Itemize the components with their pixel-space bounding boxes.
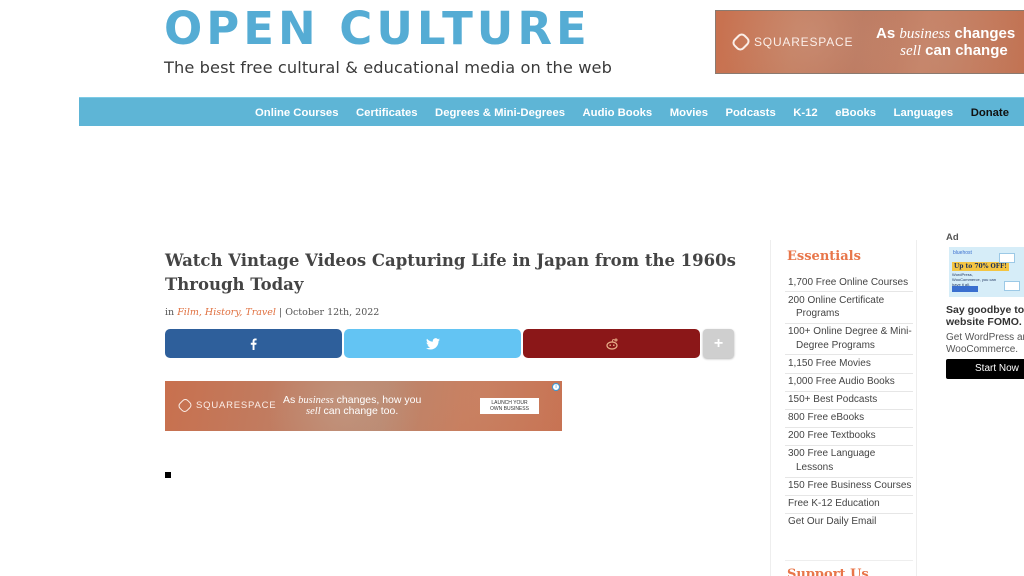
ad-headline-italic: sell bbox=[900, 42, 922, 59]
reddit-icon bbox=[605, 338, 618, 350]
ad-brand-name: SQUARESPACE bbox=[754, 35, 854, 49]
ad-headline: As business changes, how you sell can ch… bbox=[283, 394, 421, 418]
ad-headline: Say goodbye to website FOMO. bbox=[946, 304, 1024, 328]
nav-item-languages[interactable]: Languages bbox=[894, 107, 954, 119]
nav-item-podcasts[interactable]: Podcasts bbox=[726, 107, 776, 119]
site-logo[interactable]: OPEN CULTURE The best free cultural & ed… bbox=[164, 6, 612, 78]
share-more-button[interactable]: + bbox=[703, 329, 734, 358]
category-link-history[interactable]: History bbox=[205, 307, 239, 318]
twitter-icon bbox=[425, 337, 440, 350]
ad-headline-text: As bbox=[876, 25, 900, 42]
ad-cta-button[interactable]: LAUNCH YOUR OWN BUSINESS bbox=[480, 398, 539, 414]
nav-item-k12[interactable]: K-12 bbox=[793, 107, 818, 119]
ad-body: Get WordPress and WooCommerce. bbox=[946, 332, 1024, 356]
main-nav: Online Courses Certificates Degrees & Mi… bbox=[79, 97, 1024, 126]
article-meta: in Film, History, Travel | October 12th,… bbox=[165, 307, 379, 318]
ad-headline-text: As bbox=[283, 394, 299, 406]
ad-body-line: WooCommerce. bbox=[946, 344, 1019, 355]
site-title[interactable]: OPEN CULTURE bbox=[164, 6, 612, 52]
sidebar-divider bbox=[785, 560, 913, 561]
top-banner-ad[interactable]: SQUARESPACE As business changes sell can… bbox=[715, 10, 1024, 74]
nav-item-ebooks[interactable]: eBooks bbox=[835, 107, 876, 119]
bluehost-logo: bluehost bbox=[953, 250, 972, 256]
ad-cta-line: OWN BUSINESS bbox=[490, 406, 529, 412]
ad-discount-badge: Up to 70% OFF! bbox=[952, 262, 1009, 271]
share-twitter-button[interactable] bbox=[344, 329, 521, 358]
category-link-film[interactable]: Film bbox=[177, 307, 199, 318]
browser-card-icon bbox=[999, 253, 1015, 263]
share-facebook-button[interactable] bbox=[165, 329, 342, 358]
sidebar-item[interactable]: 800 Free eBooks bbox=[785, 410, 913, 428]
nav-item-certificates[interactable]: Certificates bbox=[356, 107, 418, 119]
embedded-content-placeholder bbox=[165, 472, 171, 478]
browser-card-icon bbox=[1004, 281, 1020, 291]
ad-headline-text: can change bbox=[921, 41, 1008, 59]
squarespace-logo-icon bbox=[176, 397, 194, 414]
nav-item-online-courses[interactable]: Online Courses bbox=[255, 107, 339, 119]
category-link-travel[interactable]: Travel bbox=[245, 307, 276, 318]
ad-headline-line: website FOMO. bbox=[946, 316, 1022, 328]
ad-headline-italic: sell bbox=[306, 406, 321, 418]
inline-banner-ad[interactable]: i SQUARESPACE As business changes, how y… bbox=[165, 381, 562, 431]
meta-prefix: in bbox=[165, 307, 178, 318]
ad-headline-text: changes bbox=[950, 25, 1016, 42]
date-separator: | bbox=[275, 307, 286, 318]
article-title: Watch Vintage Videos Capturing Life in J… bbox=[165, 251, 736, 294]
ad-brand: SQUARESPACE bbox=[730, 31, 854, 53]
sidebar-support-heading: Support Us bbox=[787, 567, 869, 576]
sidebar-item[interactable]: 1,150 Free Movies bbox=[785, 355, 913, 374]
share-reddit-button[interactable] bbox=[523, 329, 700, 358]
sidebar-item[interactable]: 200 Online Certificate Programs bbox=[785, 292, 913, 324]
nav-item-movies[interactable]: Movies bbox=[670, 107, 708, 119]
sidebar-list: 1,700 Free Online Courses 200 Online Cer… bbox=[785, 274, 913, 531]
nav-item-degrees[interactable]: Degrees & Mini-Degrees bbox=[435, 107, 565, 119]
bluehost-ad-image[interactable]: bluehost Up to 70% OFF! WordPress, WooCo… bbox=[949, 247, 1024, 297]
sidebar-item[interactable]: 100+ Online Degree & Mini-Degree Program… bbox=[785, 324, 913, 356]
sidebar-item[interactable]: 300 Free Language Lessons bbox=[785, 446, 913, 478]
ad-info-icon[interactable]: i bbox=[552, 383, 560, 391]
start-now-button[interactable]: Start Now bbox=[946, 359, 1024, 379]
sidebar-item[interactable]: 150 Free Business Courses bbox=[785, 478, 913, 496]
squarespace-logo-icon bbox=[730, 31, 752, 53]
site-tagline: The best free cultural & educational med… bbox=[164, 58, 612, 77]
sidebar-essentials: Essentials 1,700 Free Online Courses 200… bbox=[770, 240, 917, 576]
article-date: October 12th, 2022 bbox=[285, 307, 380, 318]
ad-image-subtext: WordPress, WooCommerce, you can have it … bbox=[952, 272, 996, 287]
ad-image-button bbox=[952, 286, 978, 292]
sidebar-item[interactable]: 1,700 Free Online Courses bbox=[785, 274, 913, 293]
sidebar-item[interactable]: Free K-12 Education bbox=[785, 496, 913, 514]
sidebar-heading: Essentials bbox=[787, 249, 861, 264]
sidebar-item[interactable]: 200 Free Textbooks bbox=[785, 428, 913, 446]
ad-headline-text: can change too. bbox=[320, 405, 399, 418]
ad-headline: As business changes sell can change bbox=[876, 26, 1015, 60]
sidebar-item[interactable]: Get Our Daily Email bbox=[785, 514, 913, 531]
nav-item-donate[interactable]: Donate bbox=[971, 107, 1009, 119]
sidebar-item[interactable]: 150+ Best Podcasts bbox=[785, 392, 913, 410]
nav-items: Online Courses Certificates Degrees & Mi… bbox=[255, 98, 1024, 127]
sidebar-item[interactable]: 1,000 Free Audio Books bbox=[785, 374, 913, 392]
ad-body-line: Get WordPress and bbox=[946, 332, 1024, 343]
ad-headline-italic: business bbox=[899, 26, 951, 42]
facebook-icon bbox=[250, 338, 257, 350]
nav-item-audio-books[interactable]: Audio Books bbox=[583, 107, 653, 119]
ad-headline-line: Say goodbye to bbox=[946, 304, 1024, 316]
ad-brand-name: SQUARESPACE bbox=[196, 400, 277, 411]
ad-brand: SQUARESPACE bbox=[176, 397, 277, 414]
ad-label: Ad bbox=[946, 232, 959, 243]
